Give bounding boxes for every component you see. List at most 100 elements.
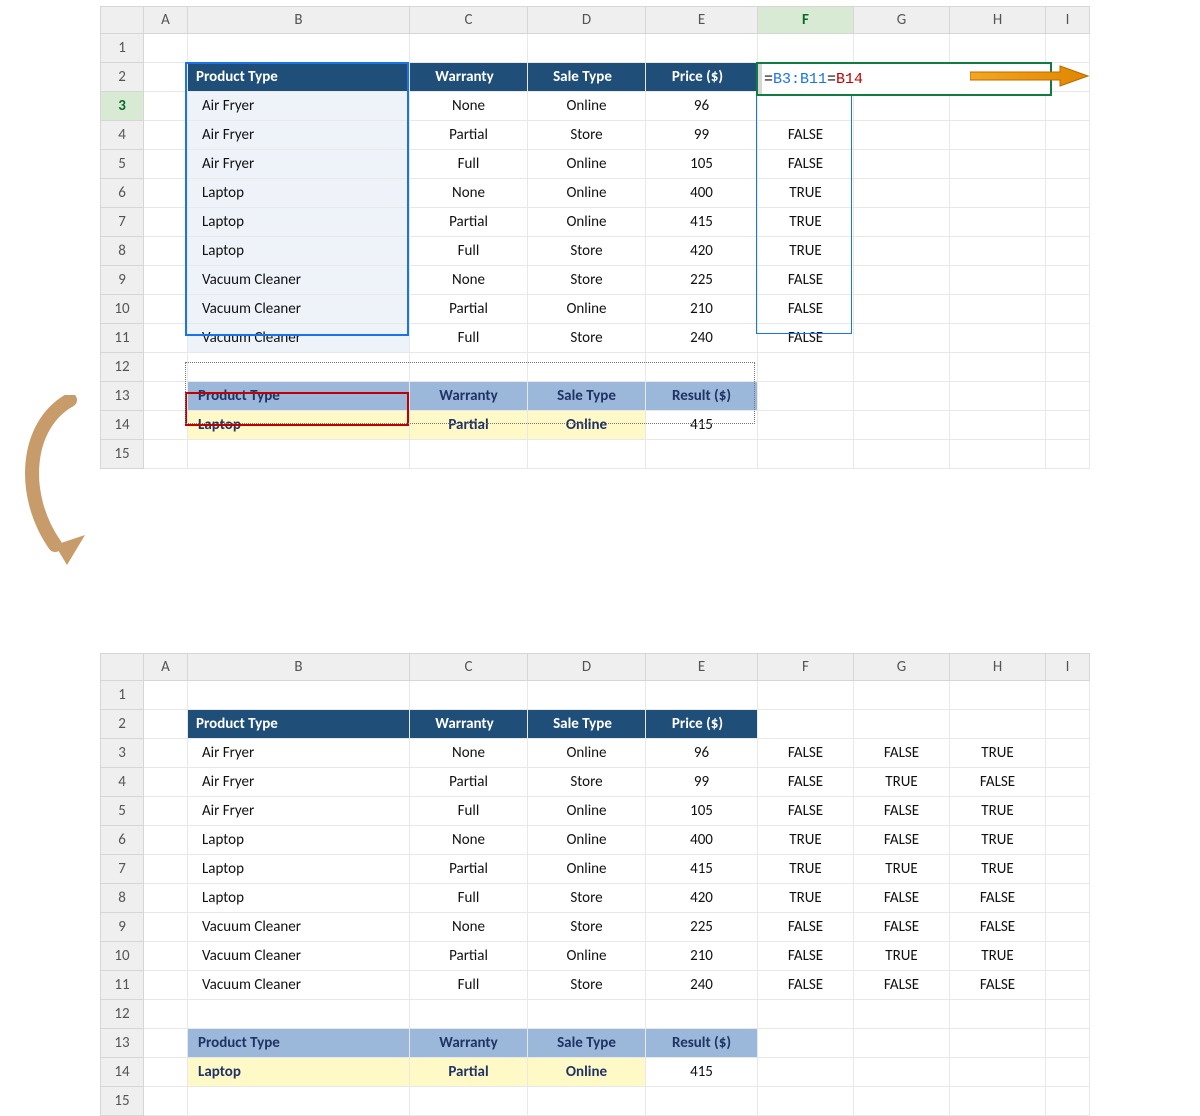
row-head-4[interactable]: 4 — [101, 768, 144, 797]
cell[interactable]: Vacuum Cleaner — [188, 324, 410, 353]
cell[interactable]: TRUE — [854, 942, 950, 971]
cell[interactable] — [144, 411, 188, 440]
cell[interactable]: 420 — [646, 884, 758, 913]
cell[interactable]: Sale Type — [528, 710, 646, 739]
select-all-corner[interactable] — [101, 654, 144, 681]
cell[interactable] — [646, 1000, 758, 1029]
cell[interactable]: Online — [528, 942, 646, 971]
cell[interactable] — [1046, 971, 1090, 1000]
cell[interactable] — [1046, 208, 1090, 237]
row-head-10[interactable]: 10 — [101, 295, 144, 324]
cell[interactable] — [1046, 237, 1090, 266]
cell[interactable]: Laptop — [188, 855, 410, 884]
cell[interactable]: Online — [528, 150, 646, 179]
cell[interactable]: Vacuum Cleaner — [188, 913, 410, 942]
cell[interactable]: TRUE — [758, 208, 854, 237]
cell[interactable] — [144, 855, 188, 884]
cell[interactable] — [758, 1087, 854, 1116]
grid-after[interactable]: A B C D E F G H I 12Product TypeWarranty… — [100, 653, 1090, 1116]
cell[interactable]: TRUE — [758, 826, 854, 855]
row-head-7[interactable]: 7 — [101, 855, 144, 884]
cell[interactable]: Partial — [410, 942, 528, 971]
cell[interactable]: Product Type — [188, 382, 410, 411]
cell[interactable]: Sale Type — [528, 1029, 646, 1058]
cell[interactable] — [646, 440, 758, 469]
cell[interactable] — [1046, 266, 1090, 295]
cell[interactable]: Result ($) — [646, 1029, 758, 1058]
cell[interactable] — [758, 1029, 854, 1058]
cell[interactable] — [1046, 92, 1090, 121]
cell[interactable] — [144, 208, 188, 237]
col-head-C[interactable]: C — [410, 7, 528, 34]
cell[interactable]: TRUE — [950, 942, 1046, 971]
col-head-D[interactable]: D — [528, 7, 646, 34]
cell[interactable] — [854, 710, 950, 739]
cell[interactable]: FALSE — [758, 797, 854, 826]
cell[interactable]: Online — [528, 826, 646, 855]
cell[interactable]: Store — [528, 913, 646, 942]
cell[interactable]: Air Fryer — [188, 768, 410, 797]
cell[interactable] — [1046, 739, 1090, 768]
cell[interactable] — [854, 150, 950, 179]
cell[interactable] — [144, 1087, 188, 1116]
cell[interactable] — [950, 411, 1046, 440]
cell[interactable]: Online — [528, 295, 646, 324]
row-head-10[interactable]: 10 — [101, 942, 144, 971]
cell[interactable] — [646, 34, 758, 63]
row-head-2[interactable]: 2 — [101, 63, 144, 92]
cell[interactable] — [410, 34, 528, 63]
cell[interactable] — [144, 179, 188, 208]
cell[interactable]: Laptop — [188, 411, 410, 440]
cell[interactable] — [950, 324, 1046, 353]
cell[interactable]: TRUE — [758, 237, 854, 266]
cell[interactable]: FALSE — [758, 913, 854, 942]
cell[interactable]: FALSE — [854, 971, 950, 1000]
cell[interactable]: Store — [528, 768, 646, 797]
cell[interactable] — [646, 1087, 758, 1116]
cell[interactable] — [758, 34, 854, 63]
cell[interactable] — [950, 1029, 1046, 1058]
row-head-12[interactable]: 12 — [101, 353, 144, 382]
col-head-E[interactable]: E — [646, 7, 758, 34]
row-head-3[interactable]: 3 — [101, 92, 144, 121]
cell[interactable] — [758, 382, 854, 411]
cell[interactable] — [144, 92, 188, 121]
cell[interactable]: TRUE — [950, 797, 1046, 826]
cell[interactable] — [144, 353, 188, 382]
cell[interactable] — [1046, 1087, 1090, 1116]
cell[interactable]: Store — [528, 266, 646, 295]
cell[interactable]: FALSE — [854, 826, 950, 855]
cell[interactable] — [950, 1087, 1046, 1116]
cell[interactable]: FALSE — [758, 150, 854, 179]
cell[interactable] — [144, 826, 188, 855]
cell[interactable] — [854, 208, 950, 237]
cell[interactable]: Sale Type — [528, 382, 646, 411]
cell[interactable] — [854, 295, 950, 324]
cell[interactable]: Partial — [410, 121, 528, 150]
row-head-12[interactable]: 12 — [101, 1000, 144, 1029]
cell[interactable] — [1046, 826, 1090, 855]
cell[interactable] — [144, 971, 188, 1000]
cell[interactable] — [188, 353, 410, 382]
cell[interactable] — [950, 179, 1046, 208]
cell[interactable]: None — [410, 913, 528, 942]
cell[interactable] — [528, 353, 646, 382]
header-price[interactable]: Price ($) — [646, 63, 758, 92]
cell[interactable] — [950, 208, 1046, 237]
cell[interactable] — [758, 353, 854, 382]
cell[interactable]: 225 — [646, 913, 758, 942]
cell[interactable]: 240 — [646, 324, 758, 353]
cell[interactable] — [144, 382, 188, 411]
cell[interactable]: TRUE — [950, 826, 1046, 855]
cell[interactable] — [528, 1087, 646, 1116]
header-sale-type[interactable]: Sale Type — [528, 63, 646, 92]
cell[interactable] — [854, 1000, 950, 1029]
cell[interactable] — [758, 681, 854, 710]
cell[interactable] — [758, 411, 854, 440]
cell[interactable] — [188, 1087, 410, 1116]
cell[interactable] — [1046, 942, 1090, 971]
cell[interactable] — [950, 353, 1046, 382]
row-head-14[interactable]: 14 — [101, 411, 144, 440]
cell[interactable]: 96 — [646, 739, 758, 768]
cell[interactable] — [144, 710, 188, 739]
